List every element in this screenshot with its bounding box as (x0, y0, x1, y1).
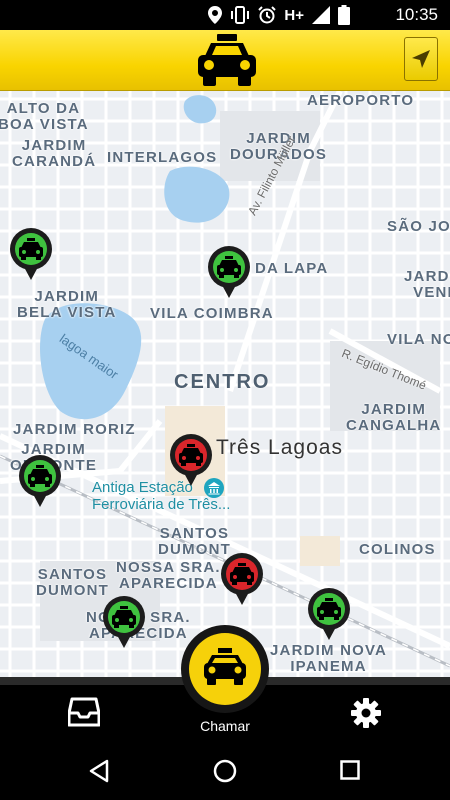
status-bar: H+ 10:35 (0, 0, 450, 30)
neighborhood-label-interlagos: INTERLAGOS (107, 149, 218, 166)
taxi-marker-available[interactable] (307, 587, 351, 641)
map-view[interactable]: ALTO DA BOA VISTA AEROPORTO JARDIM CARANDÁ… (0, 91, 450, 685)
taxi-marker-available[interactable] (9, 227, 53, 281)
taxi-marker-available[interactable] (207, 245, 251, 299)
neighborhood-label-jardim-vend: JARDIMVEND (404, 268, 450, 301)
neighborhood-label-alto-da-boa-vista: ALTO DA BOA VISTA (0, 100, 89, 133)
city-label: Três Lagoas (216, 436, 343, 459)
neighborhood-label-colinos: COLINOS (359, 541, 436, 558)
clock: 10:35 (395, 5, 438, 24)
back-icon[interactable] (88, 759, 110, 783)
neighborhood-label-jardim-roriz: JARDIM RORIZ (13, 421, 136, 438)
taxi-marker-available[interactable] (102, 595, 146, 649)
neighborhood-label-vila-coimbra: VILA COIMBRA (150, 305, 274, 322)
signal-icon (312, 6, 330, 24)
battery-icon (338, 5, 350, 25)
location-icon (208, 6, 223, 24)
inbox-icon[interactable] (68, 697, 100, 727)
call-taxi-label: Chamar (200, 718, 250, 734)
navigation-arrow-icon (412, 50, 430, 68)
call-taxi-button[interactable] (180, 624, 270, 714)
neighborhood-label-da-lapa: DA LAPA (255, 260, 329, 277)
home-icon[interactable] (213, 759, 237, 783)
gear-icon[interactable] (350, 697, 382, 729)
app-header (0, 30, 450, 91)
taxi-marker-available[interactable] (18, 454, 62, 508)
neighborhood-label-jardim-cangalha: JARDIM CANGALHA (346, 401, 442, 434)
network-type: H+ (284, 6, 304, 24)
vibrate-icon (231, 6, 250, 24)
neighborhood-label-aeroporto: AEROPORTO (307, 92, 415, 109)
recents-icon[interactable] (340, 760, 360, 780)
neighborhood-label-sao-jo: SÃO JO (387, 218, 450, 235)
neighborhood-label-jardim-nova-ipanema: JARDIM NOVA IPANEMA (270, 642, 388, 675)
neighborhood-label-nossa-sra-aparecida-1: NOSSA SRA. APARECIDA (116, 559, 221, 592)
alarm-icon (258, 6, 277, 24)
district-label: CENTRO (174, 371, 271, 393)
taxi-logo-icon (198, 34, 256, 86)
neighborhood-label-santos-dumont-2: SANTOS DUMONT (36, 566, 110, 599)
neighborhood-label-jardim-caranda: JARDIM CARANDÁ (12, 137, 97, 170)
my-location-button[interactable] (404, 37, 438, 81)
taxi-marker-busy[interactable] (220, 552, 264, 606)
taxi-marker-busy[interactable] (169, 433, 213, 487)
neighborhood-label-jardim-bela-vista: JARDIM BELA VISTA (17, 288, 117, 321)
android-nav-bar (0, 745, 450, 800)
neighborhood-label-vila-no: VILA NO (387, 331, 450, 348)
